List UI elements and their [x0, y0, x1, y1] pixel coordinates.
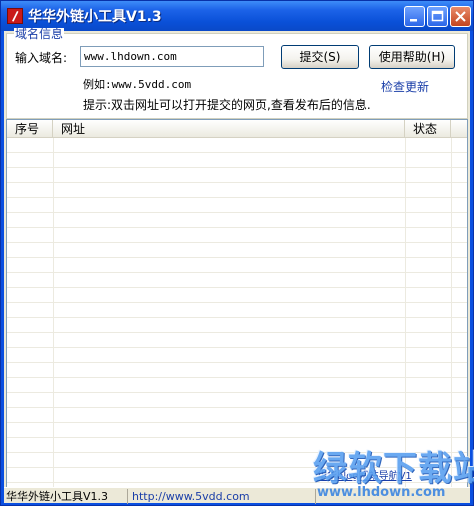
help-button[interactable]: 使用帮助(H)	[369, 45, 455, 69]
close-icon	[455, 11, 466, 22]
column-header-status[interactable]: 状态	[405, 120, 451, 138]
column-header-index[interactable]: 序号	[7, 120, 53, 138]
minimize-icon	[410, 19, 417, 22]
maximize-button[interactable]	[427, 6, 448, 27]
url-list-view[interactable]: 序号 网址 状态	[6, 119, 468, 491]
list-body[interactable]	[7, 138, 467, 490]
client-area: 域名信息 输入域名: 提交(S) 使用帮助(H) 例如:www.5vdd.com…	[4, 28, 470, 504]
status-app-name: 华华外链小工具V1.3	[4, 489, 128, 504]
app-window: 华华外链小工具V1.3 域名信息 输入域名: 提交(S) 使用帮助(H) 例如:…	[0, 0, 474, 506]
submit-button[interactable]: 提交(S)	[281, 45, 359, 69]
window-title: 华华外链小工具V1.3	[28, 9, 162, 25]
domain-info-group: 域名信息 输入域名: 提交(S) 使用帮助(H) 例如:www.5vdd.com…	[6, 28, 468, 119]
column-divider	[53, 138, 54, 490]
column-header-url[interactable]: 网址	[53, 120, 405, 138]
minimize-button[interactable]	[404, 6, 425, 27]
title-bar[interactable]: 华华外链小工具V1.3	[1, 1, 473, 31]
watermark-brand: 绿软下载站	[313, 449, 474, 489]
column-divider	[451, 138, 452, 490]
domain-input[interactable]	[80, 46, 264, 67]
check-update-link[interactable]: 检查更新	[381, 78, 429, 95]
status-url-link[interactable]: http://www.5vdd.com	[130, 489, 316, 504]
group-legend: 域名信息	[14, 27, 65, 41]
column-divider	[405, 138, 406, 490]
app-logo-icon	[7, 8, 23, 24]
list-header: 序号 网址 状态	[7, 120, 467, 138]
example-text: 例如:www.5vdd.com	[83, 78, 192, 91]
domain-label: 输入域名:	[15, 51, 68, 65]
maximize-icon	[431, 10, 444, 22]
watermark-url: www.lhdown.com	[317, 485, 446, 500]
watermark: 华华blog网站导航V1 绿软下载站 www.lhdown.com	[313, 441, 474, 503]
close-button[interactable]	[450, 6, 471, 27]
hint-text: 提示:双击网址可以打开提交的网页,查看发布后的信息.	[83, 98, 371, 112]
